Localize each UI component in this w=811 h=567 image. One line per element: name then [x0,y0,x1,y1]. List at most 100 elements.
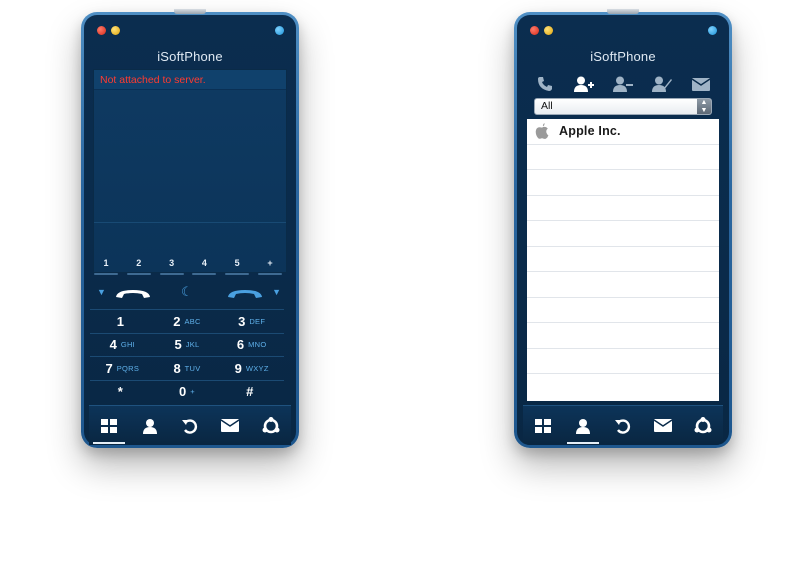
line-4-button[interactable]: 4 [190,258,218,275]
key-letters: GHI [120,340,136,350]
key-2[interactable]: 2 ABC [155,310,220,333]
line-selector: 1 2 3 4 5 + [92,258,284,275]
key-letters: PQRS [116,363,140,373]
key-pound[interactable]: # [219,381,284,404]
tab-keypad[interactable] [527,412,559,440]
key-4[interactable]: 4 GHI [90,334,155,357]
key-digit: 6 [236,337,245,353]
call-controls: ▼ ☾ ▼ [93,283,283,303]
line-1-button[interactable]: 1 [92,258,120,275]
add-contact-icon [574,76,595,92]
remove-contact-button[interactable] [609,73,637,95]
line-5-button[interactable]: 5 [223,258,251,275]
transfer-button[interactable] [225,287,265,305]
list-item [527,349,719,374]
tab-messages[interactable] [214,412,246,440]
line-2-button[interactable]: 2 [125,258,153,275]
status-indicator[interactable] [708,26,717,35]
close-button[interactable] [530,26,539,35]
list-item [527,221,719,247]
key-0[interactable]: 0 + [155,381,220,404]
key-letters: ABC [184,316,201,326]
key-7[interactable]: 7 PQRS [90,357,155,380]
tab-conference[interactable] [687,412,719,440]
do-not-disturb-icon[interactable]: ☾ [181,284,193,300]
display-divider [94,222,286,223]
connection-status: Not attached to server. [94,70,286,90]
dial-pad-row: * 0 + # [90,379,284,404]
envelope-icon [691,77,710,91]
dial-pad: 1 2 ABC 3 DEF 4 GHI 5 JKL 6 MNO 7 PQRS 8 TUV 9W… [90,309,284,403]
list-item [527,323,719,349]
messages-icon [654,419,672,432]
list-item [527,170,719,196]
list-item [527,145,719,170]
key-digit: 0 [179,384,187,400]
key-letters: TUV [184,363,201,373]
dialer-window: iSoftPhone Not attached to server. 1 2 3… [81,9,299,448]
recents-icon [181,418,198,434]
list-item [527,196,719,221]
key-digit: 7 [105,360,113,376]
minimize-button[interactable] [111,26,120,35]
conference-icon [262,416,280,433]
call-display: Not attached to server. [93,69,287,273]
key-9[interactable]: 9 WXYZ [219,357,284,380]
contacts-icon [576,418,590,434]
list-item[interactable]: Apple Inc. [527,119,719,145]
contacts-window: iSoftPhone All ▲ ▼ Apple Inc. [514,9,732,448]
key-digit: 4 [109,337,117,353]
call-menu-arrow-icon[interactable]: ▼ [97,287,106,297]
key-5[interactable]: 5 JKL [155,334,220,357]
close-button[interactable] [97,26,106,35]
key-digit: * [117,384,123,400]
tab-conference[interactable] [255,412,287,440]
add-contact-button[interactable] [570,73,598,95]
key-3[interactable]: 3 DEF [219,310,284,333]
dial-pad-row: 4 GHI 5 JKL 6 MNO [90,332,284,357]
remove-contact-icon [612,76,633,92]
message-contact-button[interactable] [687,73,715,95]
tab-recents[interactable] [174,412,206,440]
key-1[interactable]: 1 [90,310,155,333]
key-digit: 8 [173,360,181,376]
key-digit: # [246,384,254,400]
messages-icon [221,419,240,432]
tab-keypad[interactable] [93,412,126,444]
add-line-button[interactable]: + [256,258,284,275]
list-item [527,247,719,272]
conference-icon [694,416,712,433]
group-filter-select[interactable]: All ▲ ▼ [534,98,712,115]
edit-contact-icon [651,76,672,92]
key-digit: 1 [116,313,124,329]
tab-recents[interactable] [607,412,639,440]
tab-contacts[interactable] [567,412,599,444]
tab-bar [89,405,291,445]
handset-icon [228,290,262,298]
key-letters: WXYZ [245,363,269,373]
status-indicator[interactable] [275,26,284,35]
contact-list: Apple Inc. [527,119,719,401]
key-letters: JKL [185,340,200,350]
key-8[interactable]: 8 TUV [155,357,220,380]
call-button[interactable] [113,287,153,305]
edit-contact-button[interactable] [648,73,676,95]
transfer-menu-arrow-icon[interactable]: ▼ [272,287,281,297]
keypad-icon [101,418,118,433]
key-digit: 2 [173,313,181,329]
group-filter-value: All [541,100,553,112]
key-6[interactable]: 6 MNO [219,334,284,357]
handset-icon [116,290,150,298]
tab-bar [523,405,723,445]
list-item [527,272,719,298]
key-letters: DEF [249,316,266,326]
tab-contacts[interactable] [134,412,166,440]
keypad-icon [535,418,551,433]
tab-messages[interactable] [647,412,679,440]
call-contact-button[interactable] [531,73,559,95]
line-3-button[interactable]: 3 [158,258,186,275]
app-title: iSoftPhone [157,49,223,64]
dial-pad-row: 7 PQRS 8 TUV 9 WXYZ [90,356,284,380]
minimize-button[interactable] [544,26,553,35]
key-star[interactable]: * [90,381,155,404]
